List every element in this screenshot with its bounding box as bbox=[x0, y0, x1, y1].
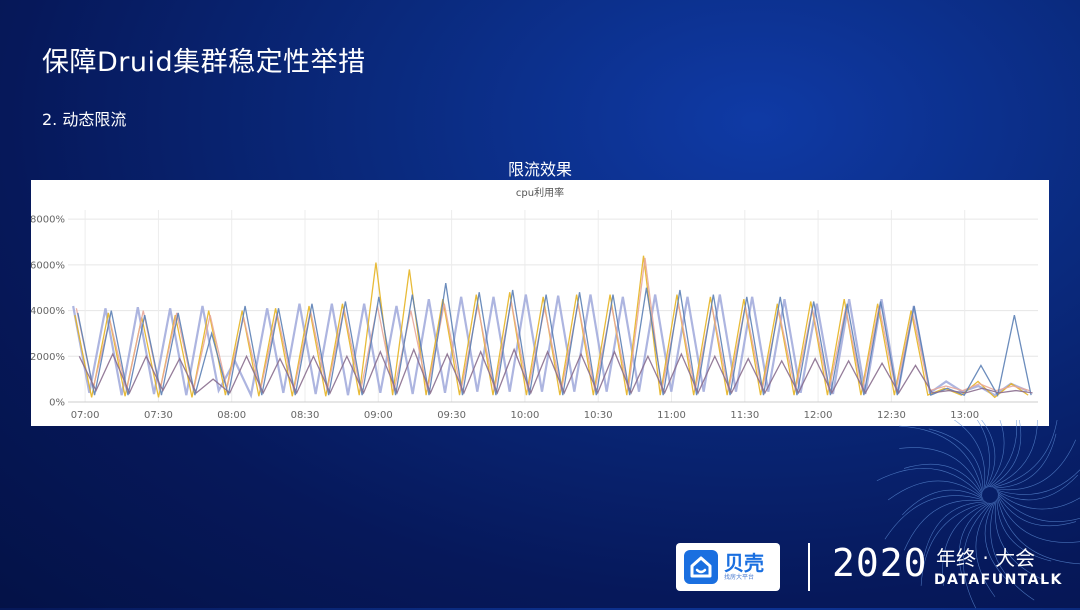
chart-heading: 限流效果 bbox=[507, 160, 572, 179]
event-brand: DATAFUNTALK bbox=[934, 572, 1063, 588]
house-icon bbox=[684, 550, 718, 584]
swirl-line bbox=[884, 495, 984, 540]
x-tick-label: 10:30 bbox=[584, 410, 613, 421]
event-year: 2020 bbox=[832, 541, 928, 585]
x-tick-label: 09:30 bbox=[437, 410, 466, 421]
chart-title: cpu利用率 bbox=[516, 186, 564, 199]
x-tick-label: 08:30 bbox=[291, 410, 320, 421]
x-tick-label: 11:00 bbox=[657, 410, 686, 421]
swirl-line bbox=[902, 489, 984, 516]
x-tick-label: 08:00 bbox=[217, 410, 246, 421]
swirl-line bbox=[996, 474, 1078, 501]
swirl-line bbox=[953, 420, 986, 490]
swirl-line bbox=[996, 469, 1080, 495]
x-tick-label: 12:00 bbox=[804, 410, 833, 421]
brand-name: 贝壳 bbox=[724, 551, 764, 575]
y-tick-label: 6000% bbox=[31, 260, 65, 271]
chart-panel: cpu利用率 8000% 6000% 4000% 2000% 0% 07:00 07:30… bbox=[31, 180, 1049, 426]
cpu-usage-chart: cpu利用率 8000% 6000% 4000% 2000% 0% 07:00 07:30… bbox=[31, 186, 1038, 421]
x-tick-label: 09:00 bbox=[364, 410, 393, 421]
y-tick-label: 8000% bbox=[31, 215, 65, 226]
swirl-line bbox=[976, 420, 990, 489]
footer-divider bbox=[808, 543, 810, 591]
x-tick-label: 11:30 bbox=[730, 410, 759, 421]
slide-subtitle: 2. 动态限流 bbox=[42, 110, 127, 129]
y-tick-label: 0% bbox=[49, 398, 65, 409]
series-line-1 bbox=[72, 294, 1028, 399]
slide-title: 保障Druid集群稳定性举措 bbox=[42, 47, 366, 78]
brand-logo: 贝壳 找房大平台 bbox=[676, 543, 780, 591]
swirl-line bbox=[993, 433, 1057, 489]
swirl-line bbox=[928, 428, 984, 492]
x-tick-label: 07:30 bbox=[144, 410, 173, 421]
brand-tagline: 找房大平台 bbox=[724, 574, 755, 581]
y-tick-label: 2000% bbox=[31, 352, 65, 363]
y-tick-label: 4000% bbox=[31, 306, 65, 317]
event-name: 年终 · 大会 bbox=[936, 546, 1036, 570]
swirl-line bbox=[899, 425, 983, 493]
x-tick-label: 07:00 bbox=[71, 410, 100, 421]
x-tick-label: 10:00 bbox=[510, 410, 539, 421]
